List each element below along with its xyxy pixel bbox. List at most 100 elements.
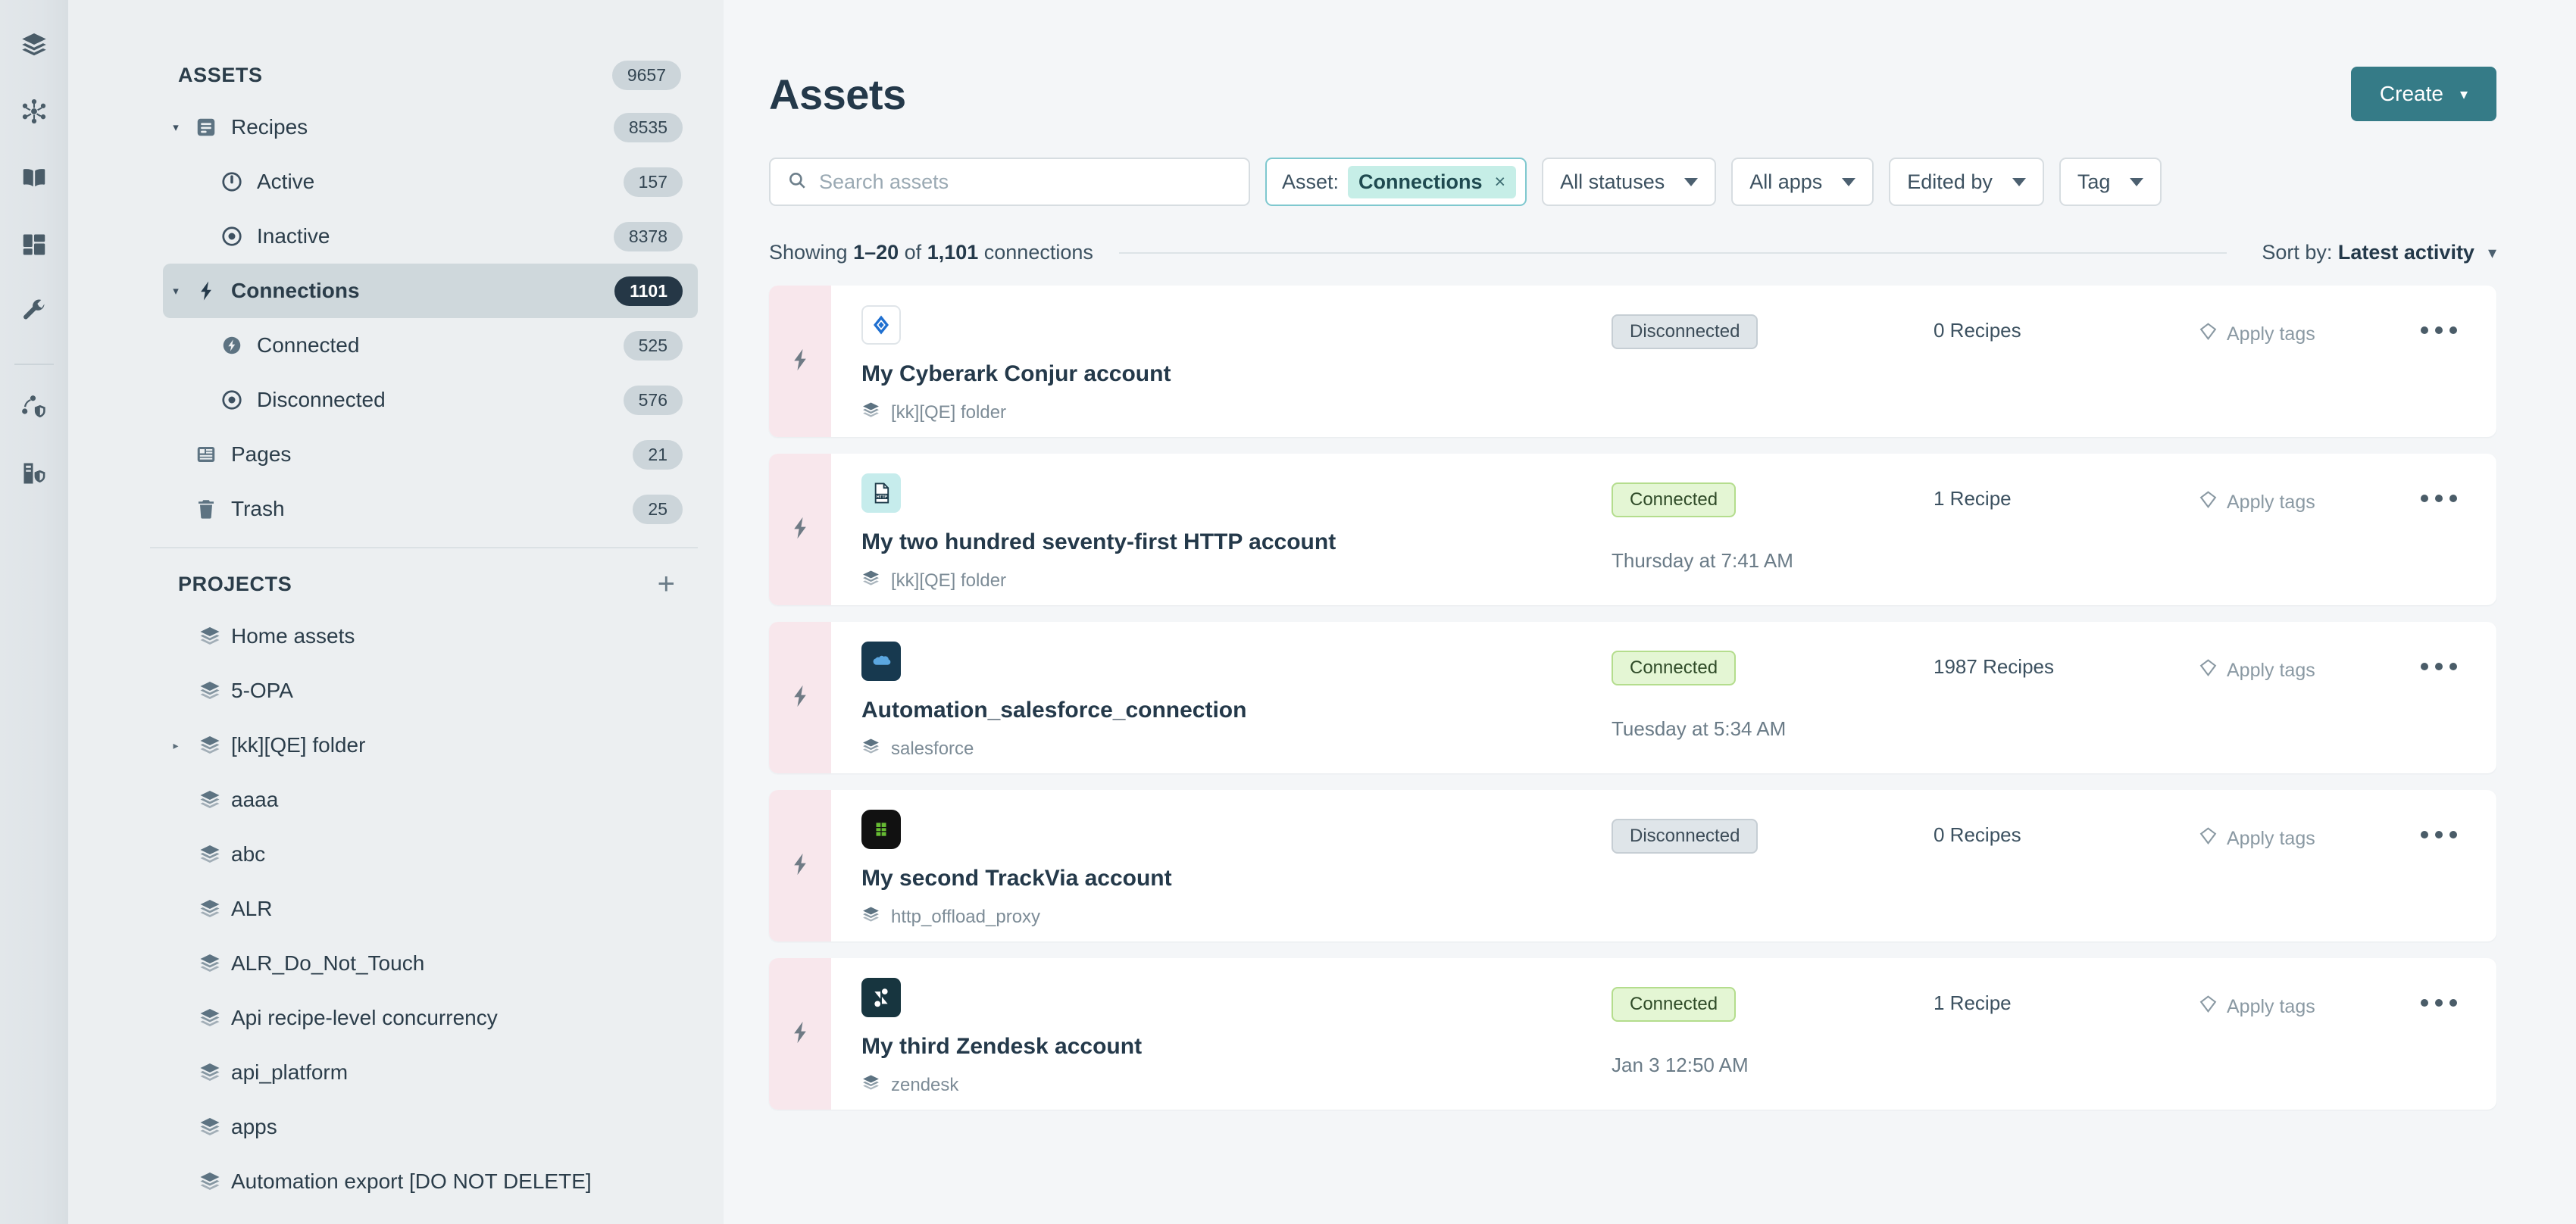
- more-options-button[interactable]: [2413, 991, 2465, 1014]
- project-item-label: api_platform: [231, 1060, 349, 1084]
- more-options-button[interactable]: [2413, 487, 2465, 510]
- rail-item-tools[interactable]: [11, 289, 58, 336]
- rail-item-docs[interactable]: [11, 156, 58, 203]
- project-item[interactable]: ▸ [kk][QE] folder: [163, 718, 698, 773]
- sidebar-item-trash[interactable]: ▾Trash25: [163, 482, 698, 536]
- status-badge-label: Disconnected: [1612, 314, 1758, 349]
- search-icon: [787, 170, 807, 194]
- asset-card[interactable]: My second TrackVia account http_offload_p…: [769, 790, 2496, 941]
- apply-tags-button[interactable]: Apply tags: [2199, 826, 2315, 851]
- all-statuses-filter[interactable]: All statuses: [1542, 158, 1717, 206]
- tag-filter[interactable]: Tag: [2059, 158, 2162, 206]
- apply-tags-button[interactable]: Apply tags: [2199, 322, 2315, 346]
- asset-card[interactable]: Automation_salesforce_connection salesfor…: [769, 622, 2496, 773]
- rail-item-assets[interactable]: [11, 23, 58, 70]
- project-layers-icon: [189, 679, 231, 702]
- project-item-label: ALR_Do_Not_Touch: [231, 951, 425, 975]
- sidebar-item-disconnected[interactable]: ▾Disconnected576: [163, 373, 698, 427]
- project-item[interactable]: ▸Api recipe-level concurrency: [163, 991, 698, 1045]
- more-options-button[interactable]: [2413, 319, 2465, 342]
- asset-card[interactable]: HTTP My two hundred seventy-first HTTP ac…: [769, 454, 2496, 605]
- connection-type-stripe: [769, 454, 831, 605]
- project-item[interactable]: ▸5-OPA: [163, 664, 698, 718]
- apply-tags-button[interactable]: Apply tags: [2199, 658, 2315, 682]
- add-project-button[interactable]: +: [658, 569, 681, 599]
- project-item[interactable]: ▸apps: [163, 1100, 698, 1154]
- project-layers-icon: [189, 898, 231, 920]
- asset-folder[interactable]: http_offload_proxy: [861, 905, 2496, 929]
- more-options-button[interactable]: [2413, 655, 2465, 678]
- power-icon: [214, 170, 249, 193]
- wrench-icon: [20, 298, 48, 329]
- apply-tags-label: Apply tags: [2227, 659, 2315, 681]
- asset-folder-label: salesforce: [891, 738, 974, 759]
- main-content: Assets Create ▾ Asset: Connections × Al: [724, 0, 2576, 1224]
- filter-bar: Asset: Connections × All statuses All app…: [769, 158, 2496, 206]
- edited-by-filter[interactable]: Edited by: [1889, 158, 2044, 206]
- project-layers-icon: [189, 1007, 231, 1029]
- chevron-right-icon[interactable]: ▸: [163, 739, 189, 752]
- project-item-label: 5-OPA: [231, 679, 293, 702]
- asset-card[interactable]: My third Zendesk account zendesk Connected…: [769, 958, 2496, 1110]
- search-assets-box[interactable]: [769, 158, 1250, 206]
- rail-item-network-security[interactable]: [11, 385, 58, 432]
- asset-filter-chip[interactable]: Connections ×: [1348, 165, 1517, 198]
- last-activity-time: Tuesday at 5:34 AM: [1612, 717, 1787, 740]
- tag-icon: [2199, 322, 2218, 346]
- project-layers-icon: [189, 1061, 231, 1084]
- asset-filter-value: Connections: [1358, 170, 1483, 193]
- status-badge-label: Connected: [1612, 651, 1737, 685]
- rail-item-dashboard[interactable]: [11, 223, 58, 270]
- asset-folder[interactable]: [kk][QE] folder: [861, 401, 2496, 425]
- chevron-down-icon[interactable]: ▾: [163, 284, 189, 298]
- sidebar-item-label: Connected: [257, 333, 360, 357]
- last-activity-time: Jan 3 12:50 AM: [1612, 1054, 1749, 1076]
- apply-tags-button[interactable]: Apply tags: [2199, 490, 2315, 514]
- sidebar-item-connected[interactable]: ▾Connected525: [163, 318, 698, 373]
- rail-item-platform[interactable]: [11, 89, 58, 136]
- rail-divider: [14, 364, 54, 365]
- asset-name[interactable]: My second TrackVia account: [861, 866, 2496, 891]
- project-item[interactable]: ▸ALR_Do_Not_Touch: [163, 936, 698, 991]
- project-item[interactable]: ▸Home assets: [163, 609, 698, 664]
- rail-item-server-security[interactable]: [11, 451, 58, 498]
- sidebar-item-pages[interactable]: ▾Pages21: [163, 427, 698, 482]
- project-layers-icon: [189, 1170, 231, 1193]
- sidebar-item-recipes[interactable]: ▾ Recipes 8535: [163, 100, 698, 155]
- asset-card[interactable]: My Cyberark Conjur account [kk][QE] folde…: [769, 286, 2496, 437]
- project-item[interactable]: ▸aaaa: [163, 773, 698, 827]
- apply-tags-button[interactable]: Apply tags: [2199, 994, 2315, 1019]
- sort-by-control[interactable]: Sort by: Latest activity ▾: [2262, 241, 2496, 264]
- project-item[interactable]: ▸ALR: [163, 882, 698, 936]
- project-item[interactable]: ▸abc: [163, 827, 698, 882]
- project-item-label: aaaa: [231, 788, 279, 811]
- sidebar-item-count: 576: [623, 385, 683, 415]
- create-button[interactable]: Create ▾: [2350, 67, 2496, 121]
- sidebar-item-active[interactable]: ▾Active157: [163, 155, 698, 209]
- chevron-down-icon: ▾: [2459, 86, 2468, 103]
- projects-section-header: PROJECTS +: [163, 559, 698, 609]
- sidebar-item-inactive[interactable]: ▾Inactive8378: [163, 209, 698, 264]
- chevron-down-icon[interactable]: ▾: [163, 120, 189, 134]
- asset-name[interactable]: My Cyberark Conjur account: [861, 361, 2496, 387]
- sidebar-item-connections[interactable]: ▾ Connections 1101: [163, 264, 698, 318]
- project-item-label: [kk][QE] folder: [231, 733, 366, 757]
- more-options-button[interactable]: [2413, 823, 2465, 846]
- bolt-icon: [787, 851, 813, 881]
- all-apps-filter[interactable]: All apps: [1731, 158, 1874, 206]
- connection-type-stripe: [769, 958, 831, 1110]
- sidebar-item-label: Recipes: [231, 115, 308, 139]
- project-item[interactable]: ▸Automation export [DO NOT DELETE]: [163, 1154, 698, 1209]
- summary-rule: [1118, 251, 2227, 254]
- showing-text: Showing 1–20 of 1,101 connections: [769, 241, 1093, 264]
- close-icon[interactable]: ×: [1495, 171, 1506, 193]
- search-input[interactable]: [819, 170, 1232, 194]
- tag-icon: [2199, 490, 2218, 514]
- asset-type-filter[interactable]: Asset: Connections ×: [1265, 158, 1527, 206]
- project-item[interactable]: ▸api_platform: [163, 1045, 698, 1100]
- assets-section: ASSETS 9657 ▾Recipes8535▾Active157▾Inact…: [68, 0, 698, 536]
- sidebar-item-label: Pages: [231, 442, 292, 466]
- sidebar-item-count: 157: [623, 167, 683, 197]
- projects-section-title: PROJECTS: [178, 572, 292, 595]
- project-layers-icon: [861, 737, 880, 761]
